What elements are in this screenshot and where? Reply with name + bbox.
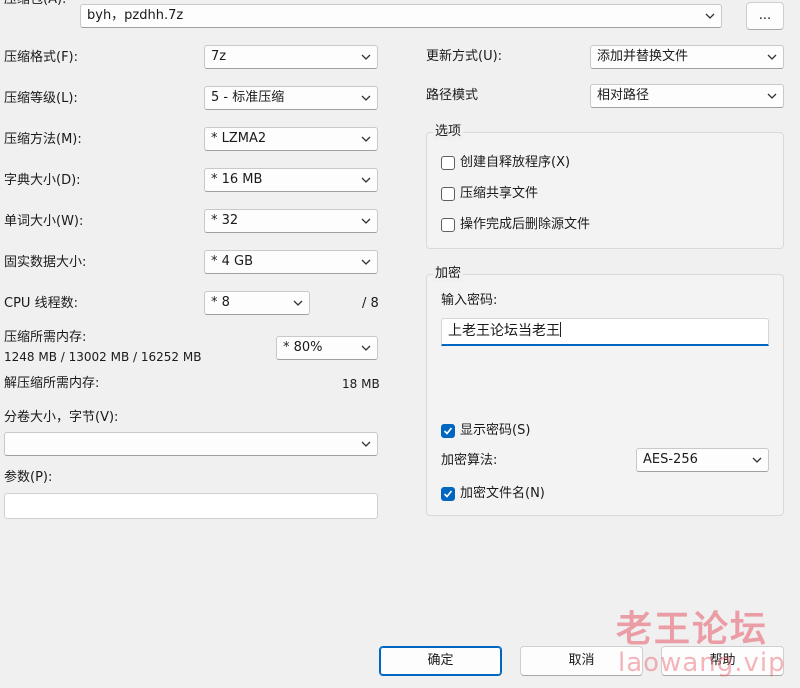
chevron-down-icon: [361, 135, 371, 143]
format-combo[interactable]: 7z: [204, 45, 378, 69]
chevron-down-icon: [293, 299, 303, 307]
solid-combo[interactable]: * 4 GB: [204, 250, 378, 274]
text-caret: [560, 322, 561, 337]
encryption-method-combo[interactable]: AES-256: [636, 448, 769, 472]
pathmode-value: 相对路径: [597, 88, 650, 103]
archive-label: 压缩包(A):: [4, 0, 66, 8]
sfx-checkbox[interactable]: [441, 156, 455, 170]
chevron-down-icon: [705, 12, 715, 20]
dict-value: * 16 MB: [211, 172, 263, 187]
delete-source-checkbox[interactable]: [441, 218, 455, 232]
password-label: 输入密码:: [441, 293, 498, 308]
memory-label: 压缩所需内存:: [4, 330, 87, 345]
threads-max: / 8: [362, 296, 379, 311]
level-combo[interactable]: 5 - 标准压缩: [204, 86, 378, 110]
params-input[interactable]: [4, 493, 378, 519]
chevron-down-icon: [767, 92, 777, 100]
pathmode-combo[interactable]: 相对路径: [590, 84, 784, 108]
chevron-down-icon: [752, 456, 762, 464]
memory-value: * 80%: [283, 340, 323, 355]
pathmode-label: 路径模式: [426, 88, 479, 103]
word-label: 单词大小(W):: [4, 214, 84, 229]
method-label: 压缩方法(M):: [4, 132, 82, 147]
password-value: 上老王论坛当老王: [448, 323, 560, 339]
encryption-group-title: 加密: [433, 266, 464, 282]
dict-combo[interactable]: * 16 MB: [204, 168, 378, 192]
threads-label: CPU 线程数:: [4, 296, 78, 311]
decomp-label: 解压缩所需内存:: [4, 376, 100, 391]
sfx-label[interactable]: 创建自释放程序(X): [460, 155, 570, 171]
archive-path-value: byh，pzdhh.7z: [87, 8, 184, 23]
format-value: 7z: [211, 49, 227, 64]
chevron-down-icon: [361, 176, 371, 184]
decomp-value: 18 MB: [342, 377, 380, 391]
memory-combo[interactable]: * 80%: [276, 336, 378, 360]
update-value: 添加并替换文件: [597, 49, 689, 64]
format-label: 压缩格式(F):: [4, 50, 79, 65]
word-value: * 32: [211, 213, 239, 228]
watermark-url: laowang.vip: [618, 648, 786, 678]
chevron-down-icon: [767, 53, 777, 61]
archive-path-combo[interactable]: byh，pzdhh.7z: [80, 4, 722, 28]
memory-detail: 1248 MB / 13002 MB / 16252 MB: [4, 350, 202, 364]
browse-button[interactable]: ...: [746, 2, 784, 30]
solid-label: 固实数据大小:: [4, 255, 87, 270]
encryption-method-value: AES-256: [643, 452, 698, 467]
chevron-down-icon: [361, 53, 371, 61]
level-label: 压缩等级(L):: [4, 91, 78, 106]
threads-value: * 8: [211, 295, 230, 310]
volume-combo[interactable]: [4, 432, 378, 456]
shared-files-checkbox[interactable]: [441, 187, 455, 201]
watermark-logo: 老王论坛: [616, 609, 769, 650]
level-value: 5 - 标准压缩: [211, 90, 285, 105]
chevron-down-icon: [361, 440, 371, 448]
chevron-down-icon: [361, 258, 371, 266]
checkmark-icon: [443, 427, 453, 435]
params-label: 参数(P):: [4, 470, 53, 485]
update-combo[interactable]: 添加并替换文件: [590, 45, 784, 69]
show-password-label[interactable]: 显示密码(S): [460, 423, 530, 439]
update-label: 更新方式(U):: [426, 49, 503, 64]
threads-combo[interactable]: * 8: [204, 291, 310, 315]
checkmark-icon: [443, 490, 453, 498]
chevron-down-icon: [361, 94, 371, 102]
chevron-down-icon: [361, 344, 371, 352]
encryption-group: 加密: [426, 266, 784, 516]
show-password-checkbox[interactable]: [441, 424, 455, 438]
ok-button[interactable]: 确定: [379, 646, 502, 676]
delete-source-label[interactable]: 操作完成后删除源文件: [460, 217, 590, 233]
options-group-title: 选项: [433, 124, 464, 140]
chevron-down-icon: [361, 217, 371, 225]
encryption-method-label: 加密算法:: [441, 453, 498, 468]
method-combo[interactable]: * LZMA2: [204, 127, 378, 151]
solid-value: * 4 GB: [211, 254, 254, 269]
encrypt-names-checkbox[interactable]: [441, 487, 455, 501]
method-value: * LZMA2: [211, 131, 267, 146]
dict-label: 字典大小(D):: [4, 173, 81, 188]
shared-files-label[interactable]: 压缩共享文件: [460, 186, 538, 202]
encrypt-names-label[interactable]: 加密文件名(N): [460, 486, 545, 502]
volume-label: 分卷大小，字节(V):: [4, 410, 119, 425]
word-combo[interactable]: * 32: [204, 209, 378, 233]
password-input[interactable]: 上老王论坛当老王: [441, 318, 769, 346]
